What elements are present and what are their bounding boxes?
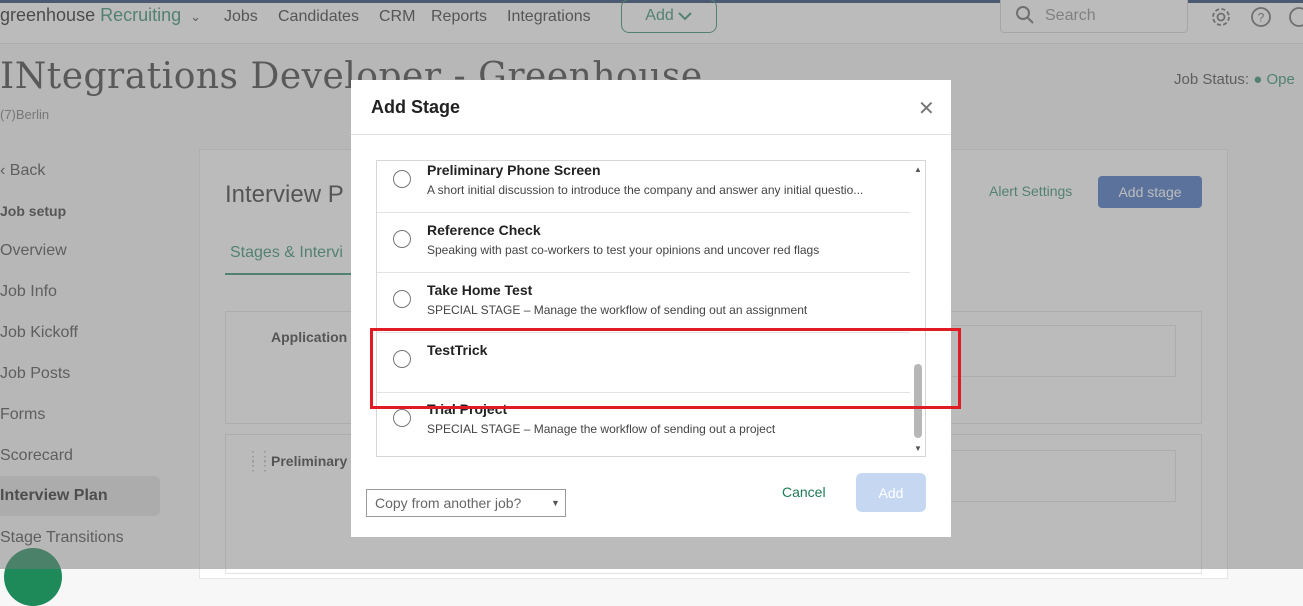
radio-button[interactable] — [393, 170, 411, 188]
list-item[interactable]: Preliminary Phone Screen A short initial… — [377, 161, 910, 213]
option-description: SPECIAL STAGE – Manage the workflow of s… — [427, 422, 776, 436]
stage-options-list: Preliminary Phone Screen A short initial… — [376, 160, 926, 457]
option-name: Preliminary Phone Screen — [427, 162, 601, 178]
radio-button[interactable] — [393, 409, 411, 427]
highlight-box — [370, 328, 961, 409]
add-stage-modal: Add Stage ✕ Preliminary Phone Screen A s… — [351, 80, 951, 537]
modal-header: Add Stage ✕ — [351, 80, 951, 135]
scroll-up-icon[interactable]: ▲ — [914, 165, 922, 174]
option-description: Speaking with past co-workers to test yo… — [427, 243, 820, 257]
add-button[interactable]: Add — [856, 473, 926, 512]
copy-select-value: Copy from another job? — [375, 495, 522, 511]
chevron-down-icon: ▼ — [551, 498, 560, 508]
option-name: Reference Check — [427, 222, 541, 238]
scroll-down-icon[interactable]: ▼ — [914, 444, 922, 453]
copy-from-job-select[interactable]: Copy from another job? ▼ — [366, 489, 566, 517]
option-name: Take Home Test — [427, 282, 533, 298]
list-item[interactable]: Take Home Test SPECIAL STAGE – Manage th… — [377, 273, 910, 333]
modal-title: Add Stage — [371, 97, 461, 117]
radio-button[interactable] — [393, 230, 411, 248]
cancel-button[interactable]: Cancel — [782, 484, 826, 500]
scrollbar[interactable]: ▲ ▼ — [911, 161, 925, 456]
list-item[interactable]: Reference Check Speaking with past co-wo… — [377, 213, 910, 273]
option-description: A short initial discussion to introduce … — [427, 183, 864, 197]
close-icon[interactable]: ✕ — [918, 96, 935, 121]
option-description: SPECIAL STAGE – Manage the workflow of s… — [427, 303, 808, 317]
radio-button[interactable] — [393, 290, 411, 308]
